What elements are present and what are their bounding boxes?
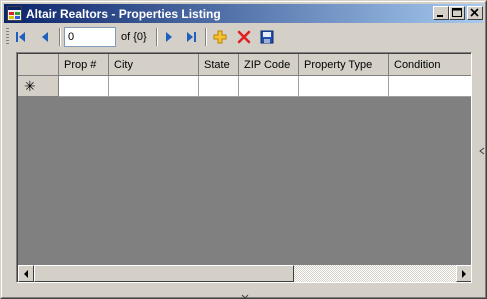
new-row: ✳: [18, 76, 471, 97]
new-row-cell-city[interactable]: [109, 76, 199, 97]
move-first-icon: [16, 32, 25, 42]
side-grip-icon: [479, 147, 485, 155]
scroll-right-button[interactable]: [456, 265, 471, 282]
new-row-cell-property-type[interactable]: [299, 76, 389, 97]
move-last-icon: [187, 32, 196, 42]
minimize-icon: [437, 15, 443, 17]
main-window: Altair Realtors - Properties Listing 0 o…: [0, 0, 487, 299]
properties-grid[interactable]: Prop # City State ZIP Code Property Type…: [16, 52, 472, 283]
save-button[interactable]: [257, 27, 277, 47]
move-previous-icon: [42, 32, 48, 42]
column-header-city[interactable]: City: [109, 54, 199, 76]
move-next-button[interactable]: [159, 27, 179, 47]
scroll-thumb[interactable]: [34, 265, 294, 282]
minimize-button[interactable]: [433, 6, 449, 20]
app-form-icon: [7, 6, 22, 21]
arrow-right-icon: [462, 270, 466, 278]
new-row-cell-prop-number[interactable]: [59, 76, 109, 97]
close-button[interactable]: [467, 6, 483, 20]
title-bar[interactable]: Altair Realtors - Properties Listing: [4, 4, 483, 23]
top-left-header-cell[interactable]: [18, 54, 59, 76]
toolstrip-separator: [59, 28, 61, 46]
new-row-cell-zip-code[interactable]: [239, 76, 299, 97]
save-icon: [260, 30, 274, 44]
window-title: Altair Realtors - Properties Listing: [26, 7, 221, 21]
column-header-state[interactable]: State: [199, 54, 239, 76]
move-last-button[interactable]: [181, 27, 201, 47]
add-new-button[interactable]: [210, 27, 230, 47]
column-header-condition[interactable]: Condition: [389, 54, 471, 76]
grid-body: Prop # City State ZIP Code Property Type…: [17, 53, 471, 282]
count-label: of {0}: [121, 31, 147, 43]
close-icon: [470, 8, 479, 17]
delete-button[interactable]: [234, 27, 254, 47]
delete-icon: [237, 30, 251, 44]
column-header-zip-code[interactable]: ZIP Code: [239, 54, 299, 76]
scroll-track[interactable]: [294, 265, 456, 282]
move-next-icon: [166, 32, 172, 42]
toolstrip-separator: [156, 28, 158, 46]
position-input[interactable]: 0: [64, 27, 116, 47]
new-row-cell-condition[interactable]: [389, 76, 471, 97]
bottom-grip-icon: [241, 294, 249, 299]
horizontal-scrollbar[interactable]: [18, 265, 471, 282]
toolstrip-separator: [205, 28, 207, 46]
scroll-left-button[interactable]: [18, 265, 34, 282]
move-previous-button[interactable]: [35, 27, 55, 47]
column-header-prop-number[interactable]: Prop #: [59, 54, 109, 76]
arrow-left-icon: [24, 270, 28, 278]
move-first-button[interactable]: [11, 27, 31, 47]
new-row-cell-state[interactable]: [199, 76, 239, 97]
maximize-icon: [452, 8, 462, 17]
new-row-header[interactable]: ✳: [18, 76, 59, 97]
column-header-property-type[interactable]: Property Type: [299, 54, 389, 76]
new-row-asterisk-icon: ✳: [24, 78, 36, 94]
maximize-button[interactable]: [449, 6, 465, 20]
column-header-row: Prop # City State ZIP Code Property Type…: [18, 54, 471, 76]
toolstrip-grip[interactable]: [6, 28, 9, 46]
add-new-icon: [213, 30, 227, 44]
binding-navigator: 0 of {0}: [4, 25, 483, 49]
